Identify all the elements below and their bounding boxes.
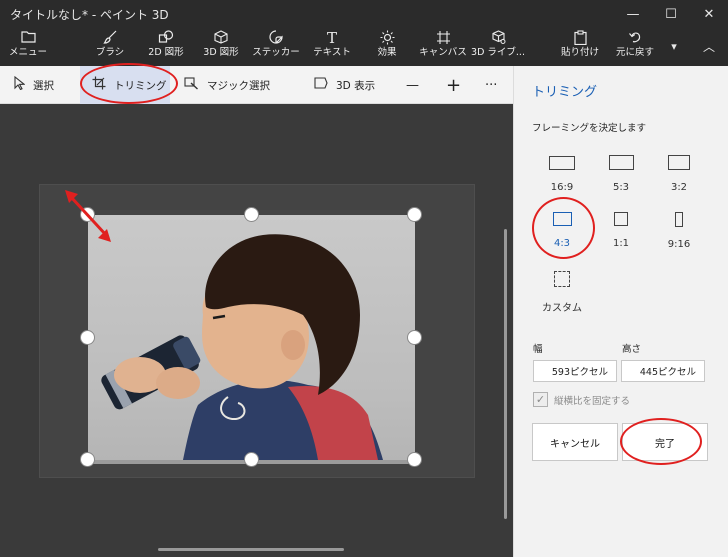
crop-handle-bottom[interactable]: [244, 452, 259, 467]
sticker-button[interactable]: ステッカー: [252, 30, 300, 64]
crop-panel: トリミング フレーミングを決定します 16:9 5:3 3:2 4:3 1:1 …: [513, 66, 728, 557]
paste-icon: [573, 30, 587, 47]
select-tool[interactable]: 選択: [14, 66, 54, 104]
crop-handle-bottom-right[interactable]: [407, 452, 422, 467]
horizontal-scrollbar[interactable]: [158, 548, 344, 551]
width-label: 幅: [533, 344, 543, 355]
3d-shapes-icon: [214, 30, 228, 47]
crop-tool[interactable]: トリミング: [80, 66, 170, 104]
ratio-9-16-icon: [675, 212, 683, 227]
ratio-4-3-icon: [552, 212, 572, 226]
window-title: タイトルなし* - ペイント 3D: [10, 8, 169, 22]
close-button[interactable]: ✕: [692, 0, 726, 28]
ratio-3-2-icon: [668, 155, 690, 170]
magic-select-icon: [184, 76, 199, 94]
text-button[interactable]: T テキスト: [312, 30, 352, 64]
crop-handle-top-right[interactable]: [407, 207, 422, 222]
collapse-ribbon-icon[interactable]: ︿: [692, 31, 726, 61]
canvas-button[interactable]: キャンバス: [419, 30, 467, 64]
crop-handle-left[interactable]: [80, 330, 95, 345]
crop-icon: [92, 76, 106, 94]
zoom-out-button[interactable]: —: [406, 66, 419, 104]
3d-library-icon: [491, 30, 506, 47]
more-dropdown-icon[interactable]: ▾: [662, 31, 686, 61]
effects-button[interactable]: 効果: [367, 30, 407, 64]
text-icon: T: [326, 29, 337, 47]
3d-library-button[interactable]: 3D ライブ...: [471, 30, 525, 64]
folder-icon: [20, 30, 36, 47]
lock-aspect-checkbox[interactable]: ✓ 縦横比を固定する: [533, 392, 630, 407]
cursor-icon: [14, 75, 26, 94]
crop-handle-right[interactable]: [407, 330, 422, 345]
canvas-icon: [436, 30, 451, 47]
more-options-button[interactable]: ···: [485, 66, 497, 104]
effects-icon: [380, 30, 395, 47]
brush-button[interactable]: ブラシ: [90, 30, 130, 64]
crop-handle-bottom-left[interactable]: [80, 452, 95, 467]
menu-button[interactable]: メニュー: [8, 30, 48, 64]
ratio-16-9-icon: [549, 156, 575, 170]
tool-options-bar: 選択 トリミング マジック選択 3D 表示 — + ···: [0, 66, 513, 104]
3d-view-icon: [314, 77, 328, 93]
sticker-icon: [269, 30, 283, 47]
2d-shapes-icon: [158, 30, 174, 47]
magic-select-tool[interactable]: マジック選択: [184, 66, 270, 104]
width-field[interactable]: 593ピクセル: [533, 360, 617, 382]
brush-icon: [102, 30, 118, 47]
ratio-9-16-option[interactable]: 9:16: [651, 212, 707, 250]
3d-shapes-button[interactable]: 3D 図形: [201, 30, 241, 64]
crop-handle-top[interactable]: [244, 207, 259, 222]
ratio-3-2-option[interactable]: 3:2: [651, 155, 707, 193]
canvas-image[interactable]: [88, 215, 415, 460]
zoom-in-button[interactable]: +: [446, 66, 461, 104]
undo-button[interactable]: 元に戻す: [614, 30, 656, 64]
done-button[interactable]: 完了: [622, 423, 708, 461]
panel-title: トリミング: [532, 85, 598, 100]
height-label: 高さ: [622, 344, 642, 355]
custom-ratio-icon: [554, 271, 570, 287]
minimize-button[interactable]: —: [616, 0, 650, 28]
cancel-button[interactable]: キャンセル: [532, 423, 618, 461]
ratio-16-9-option[interactable]: 16:9: [534, 155, 590, 193]
child-photo: [101, 234, 383, 460]
panel-subtitle: フレーミングを決定します: [532, 123, 647, 134]
paste-button[interactable]: 貼り付け: [560, 30, 600, 64]
lock-aspect-label: 縦横比を固定する: [554, 395, 631, 407]
title-and-ribbon: タイトルなし* - ペイント 3D — ☐ ✕ メニュー ブラシ 2D 図形 3…: [0, 0, 728, 66]
checkmark-icon: ✓: [533, 392, 548, 407]
ratio-5-3-option[interactable]: 5:3: [593, 155, 649, 193]
canvas-area[interactable]: [0, 104, 513, 557]
ratio-5-3-icon: [608, 155, 634, 170]
resize-arrow-icon: [65, 190, 111, 242]
ratio-custom-option[interactable]: カスタム: [534, 271, 590, 314]
undo-icon: [628, 30, 642, 47]
maximize-button[interactable]: ☐: [654, 0, 688, 28]
height-field[interactable]: 445ピクセル: [621, 360, 705, 382]
2d-shapes-button[interactable]: 2D 図形: [146, 30, 186, 64]
ratio-4-3-option[interactable]: 4:3: [534, 212, 590, 249]
3d-view-button[interactable]: 3D 表示: [314, 66, 375, 104]
vertical-scrollbar[interactable]: [504, 229, 507, 519]
ratio-1-1-icon: [614, 212, 628, 226]
ratio-1-1-option[interactable]: 1:1: [593, 212, 649, 249]
